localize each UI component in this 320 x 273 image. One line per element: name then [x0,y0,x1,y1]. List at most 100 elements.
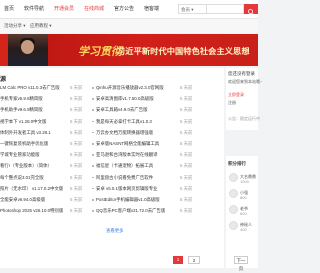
banner-script-text: 学习贯彻 [78,45,122,58]
list-item-date: 5 天前 [70,141,83,146]
nav-client[interactable]: 宿客端 [144,5,159,12]
list-bullet [92,199,94,201]
page-2-button[interactable]: 2 [188,256,200,264]
list-item-date: 5 天前 [180,152,193,158]
list-item-date: 5 天前 [70,96,83,102]
banner-slogan: 习近平新时代中国特色社会主义思想 [117,47,250,56]
rank-card: 积分排行 大名鼎鼎 1000 小强 800 老爷 600 神秘人 400 [226,156,258,268]
list-item-title[interactable]: 视学本下 v1.28.0中文版 [0,119,66,125]
list-bullet [92,165,94,167]
sidebar: 您还没有登录 欢迎您来到本站哦~ 立即登录 注册 公告：稳定运行中 积分排行 大… [226,68,262,268]
list-item-title[interactable]: 亚马逊和台湾版本实时在线翻译 [96,152,176,158]
list-item-date: 5 天前 [70,208,83,214]
list-item-title[interactable]: LM Calc PRO v11.0.3去广告版 [0,85,66,91]
list-item-date: 5 天前 [70,118,83,124]
hero-banner[interactable]: 学习贯彻 习近平新时代中国特色社会主义思想 [0,34,258,66]
list-item-date: 5 天前 [180,174,193,180]
list-item-title[interactable]: 安卓工具箱v4.9.0去广告版 [96,107,176,113]
list-bullet [92,210,94,212]
list-bullet [92,109,94,111]
banner-photo [8,34,48,66]
nav-home[interactable]: 首页 [4,5,14,12]
list-item-title[interactable]: 安卓高清图库v1.7.50.0高级版 [96,96,176,102]
list-item-title[interactable]: 手机助手v9.6.9精简版 [0,107,66,113]
list-item-date: 5 天前 [180,129,193,135]
list-item-date: 5 天前 [70,152,83,158]
list-item-title[interactable]: QQ音乐PC客户端v21.72.0去广告版 [96,208,176,214]
list-item-title[interactable]: 安卓 v5.0.1版本网页剪辑版专业 [96,186,176,192]
list-bullet [92,176,94,179]
resource-list-panel: 源 LM Calc PRO v11.0.3去广告版 5 天前 手机专家v5.9.6精… [0,68,224,268]
section-title: 源 [0,77,7,83]
list-item-date: 5 天前 [180,185,193,191]
list-item-date: 5 天前 [70,185,83,191]
list-item-title[interactable]: PostEditor手机编辑器v1.0高级版 [96,197,176,203]
list-item-date: 5 天前 [180,85,193,90]
list-item-title[interactable]: Photoshop 2025 v26.10.0特别版 [0,208,66,214]
list-item-date: 5 天前 [70,85,83,90]
next-page-button[interactable]: 下一页 [234,256,248,271]
avatar[interactable] [229,173,238,182]
search-category-select[interactable]: 会员 ▾ [178,4,206,14]
rank-score: 800 [240,195,247,200]
list-bullet [92,120,94,123]
user-card: 您还没有登录 欢迎您来到本站哦~ 立即登录 注册 公告：稳定运行中 [226,68,262,130]
list-item-title[interactable]: 照片（无水印） v1.17.0.2中文版 [0,186,66,192]
view-more-link[interactable]: 查看更多 [106,228,124,234]
rank-score: 600 [240,211,247,216]
list-item-title[interactable]: 阿里盘古小说看免费广告软件 [96,175,176,181]
search-button[interactable] [244,4,258,15]
list-item-date: 5 天前 [180,107,193,113]
register-button[interactable]: 注册 [228,100,236,106]
nav-announce[interactable]: 官方公告 [114,5,134,12]
list-bullet [92,131,94,134]
list-item-title[interactable]: 我是每天必拿打卡工具v1.0.3 [96,119,176,125]
nav-shop[interactable]: 在线商城 [84,5,104,12]
list-item-date: 5 天前 [180,197,193,202]
nav-software[interactable]: 软件导航 [24,5,44,12]
rank-title: 积分排行 [228,161,246,166]
list-item-date: 5 天前 [70,107,83,113]
list-item-title[interactable]: Qinhu开源音乐播放器v2.3.0官网版 [96,85,176,91]
list-bullet [92,187,94,190]
subnav-tutorial[interactable]: 应用教程 ▾ [30,23,52,29]
list-bullet [92,143,94,145]
avatar[interactable] [229,205,238,214]
list-item-title[interactable]: 安卓版NASNT网络全能编辑工具 [96,141,176,147]
list-item-date: 5 天前 [180,163,193,169]
sub-nav: 活动分享 ▾ 应用教程 ▾ [0,19,258,33]
list-item-title[interactable]: 手机专家v5.9.6精简版 [0,96,66,102]
page-1-button[interactable]: 1 [173,256,183,264]
list-item-title[interactable]: 全能安卓v6.94.0高级版 [0,197,66,203]
list-item-date: 5 天前 [180,208,193,214]
list-item-title[interactable]: 每个整点说3.01完全版 [0,175,66,181]
nav-vip[interactable]: 开通会员 [54,5,74,12]
list-item-date: 5 天前 [70,129,83,135]
list-item-date: 5 天前 [180,96,193,102]
rank-score: 400 [240,227,247,232]
user-card-line1: 您还没有登录 [228,71,255,76]
list-bullet [92,98,94,100]
list-item-date: 5 天前 [70,174,83,180]
list-item-date: 5 天前 [70,163,83,169]
search-input[interactable] [206,4,244,14]
subnav-activity[interactable]: 活动分享 ▾ [4,23,26,29]
list-item-date: 5 天前 [180,141,193,146]
notice-text: 公告：稳定运行中 [228,116,260,121]
list-item-title[interactable]: 体制外开发者工具 v3.28.1 [0,130,66,136]
list-item-title[interactable]: 福信星（卡通宠物）拓展工具 [96,163,176,169]
list-item-date: 5 天前 [70,197,83,202]
top-nav: 首页 软件导航 开通会员 在线商城 官方公告 宿客端 会员 ▾ [0,0,258,19]
list-item-title[interactable]: 一键恢复装机助手优化版 [0,141,66,147]
avatar[interactable] [229,221,238,230]
avatar[interactable] [229,189,238,198]
list-item-title[interactable]: 看行r（专业版本）（简体） [0,163,66,169]
list-item-title[interactable]: 学城专业管家功能版 [0,152,66,158]
rank-score: 1000 [240,179,249,184]
search-icon [248,9,254,15]
user-card-line2: 欢迎您来到本站哦~ [228,79,263,84]
login-button[interactable]: 立即登录 [228,92,244,98]
list-bullet [92,87,94,89]
list-item-title[interactable]: 万云办文档万能转换器增强版 [96,130,176,136]
list-item-date: 5 天前 [180,118,193,124]
